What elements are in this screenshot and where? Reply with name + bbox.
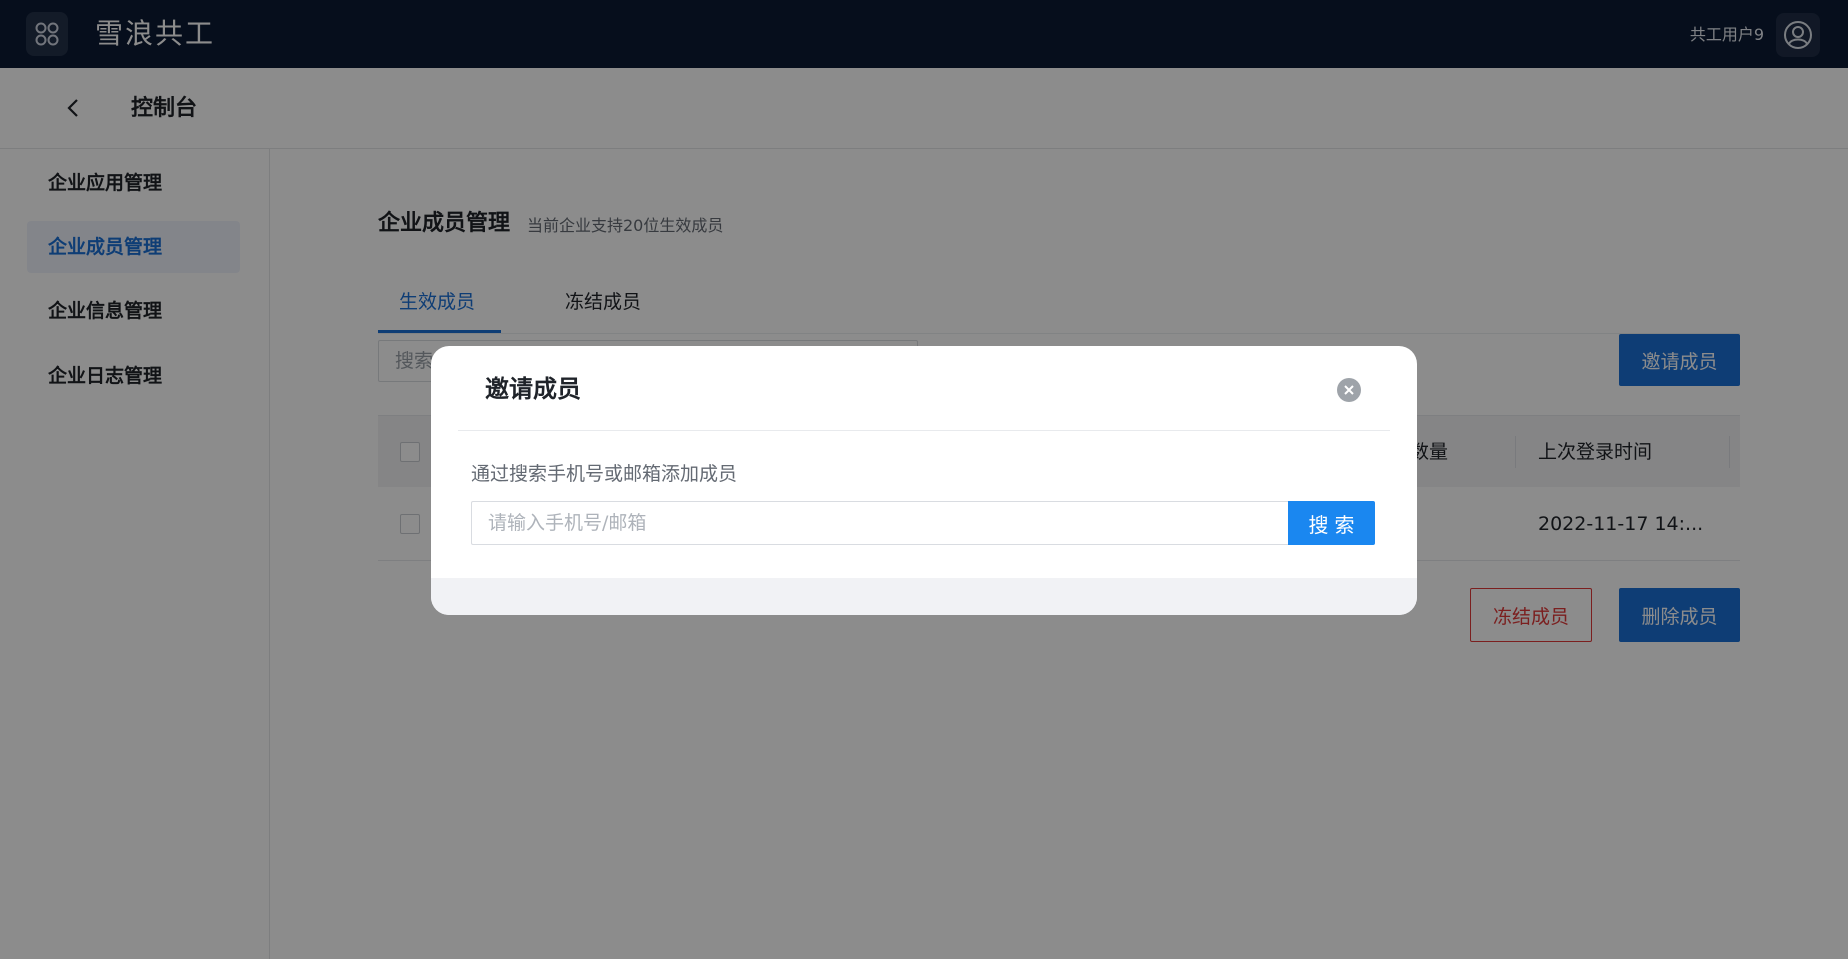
invite-member-modal: 邀请成员 通过搜索手机号或邮箱添加成员 搜索 xyxy=(431,346,1417,615)
modal-title: 邀请成员 xyxy=(485,375,581,403)
modal-hint: 通过搜索手机号或邮箱添加成员 xyxy=(471,463,738,485)
modal-search-button[interactable]: 搜索 xyxy=(1288,501,1375,545)
app-root: 雪浪共工 共工用户9 控制台 企业应用管理 企业成员管理 企业信息管理 企业日志… xyxy=(0,0,1848,959)
modal-footer xyxy=(431,578,1417,615)
phone-email-input[interactable] xyxy=(471,501,1290,545)
modal-divider xyxy=(458,430,1390,431)
close-icon[interactable] xyxy=(1337,378,1361,402)
